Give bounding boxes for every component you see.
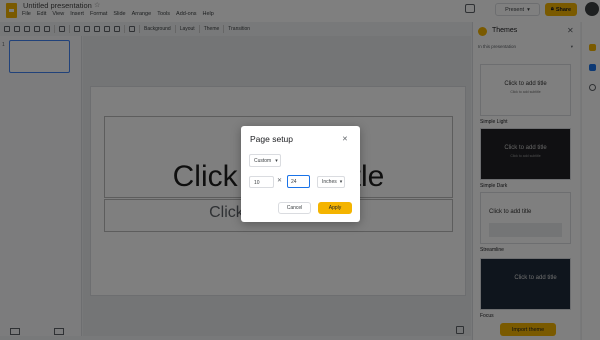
- times-icon: ✕: [277, 178, 283, 184]
- unit-value: Inches: [322, 179, 337, 185]
- close-icon[interactable]: ✕: [342, 135, 348, 143]
- chevron-down-icon: ▾: [275, 157, 278, 164]
- height-input[interactable]: 24: [287, 175, 310, 188]
- page-size-select[interactable]: Custom ▾: [249, 154, 281, 167]
- unit-select[interactable]: Inches ▾: [317, 176, 345, 188]
- apply-button[interactable]: Apply: [318, 202, 352, 214]
- page-size-value: Custom: [254, 157, 272, 164]
- dialog-title: Page setup: [250, 134, 294, 144]
- width-input[interactable]: 10: [249, 176, 274, 188]
- cancel-button[interactable]: Cancel: [278, 202, 311, 214]
- chevron-down-icon: ▾: [339, 179, 343, 185]
